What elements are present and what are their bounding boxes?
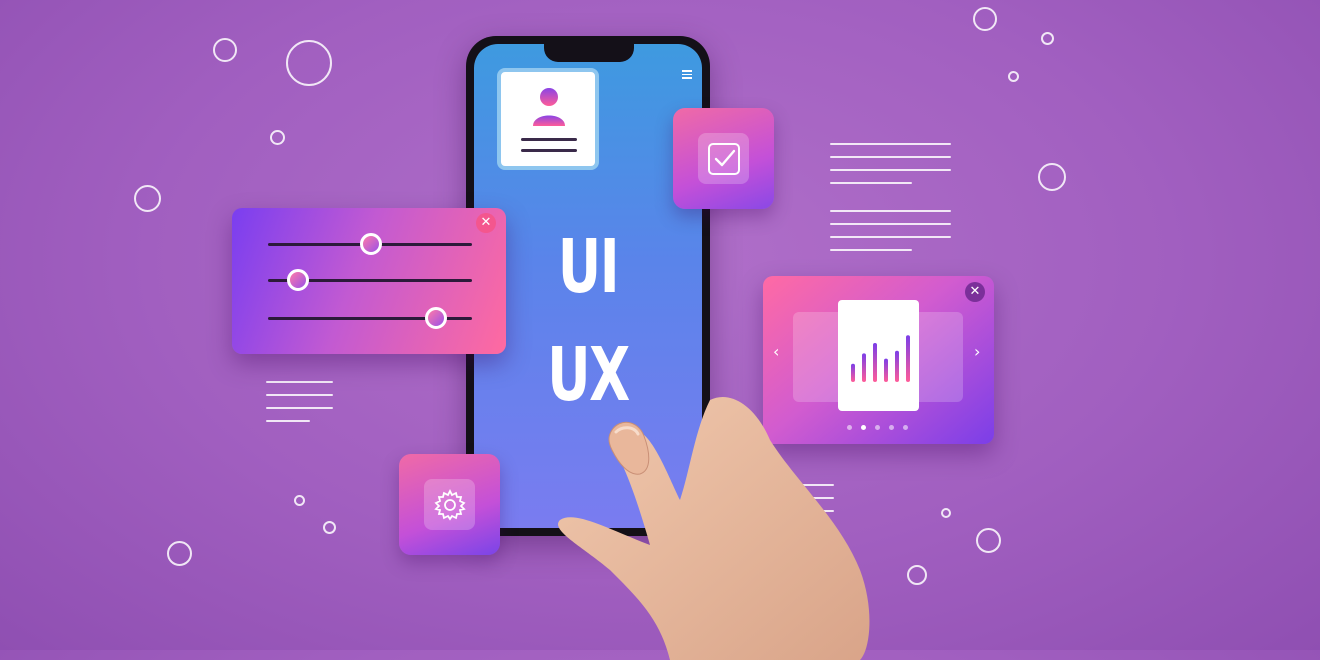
close-icon[interactable]: ✕: [476, 213, 496, 233]
decor-ring: [323, 521, 336, 534]
decor-ring: [941, 508, 951, 518]
slider-knob[interactable]: [287, 269, 309, 291]
slider-knob[interactable]: [360, 233, 382, 255]
decor-ring: [286, 40, 332, 86]
decor-ring: [134, 185, 161, 212]
chevron-right-icon[interactable]: ›: [974, 342, 980, 361]
carousel-dot[interactable]: [903, 425, 908, 430]
slider-panel: ✕: [232, 208, 506, 354]
user-icon: [533, 88, 565, 126]
decor-ring: [1008, 71, 1019, 82]
menu-icon[interactable]: [682, 70, 692, 81]
decor-ring: [167, 541, 192, 566]
profile-card[interactable]: [497, 68, 599, 170]
decor-ring: [907, 565, 927, 585]
phone-notch: [544, 44, 634, 62]
close-icon[interactable]: ✕: [965, 282, 985, 302]
ui-label: UI: [557, 224, 620, 310]
slider-knob[interactable]: [425, 307, 447, 329]
chevron-left-icon[interactable]: ‹: [773, 342, 779, 361]
decor-ring: [1041, 32, 1054, 45]
decor-ring: [973, 7, 997, 31]
hand-image: [558, 396, 870, 660]
decor-ring: [976, 528, 1001, 553]
checkbox-tile[interactable]: [673, 108, 774, 209]
decor-ring: [294, 495, 305, 506]
settings-tile[interactable]: [399, 454, 500, 555]
checkbox-icon: [698, 133, 749, 184]
decor-ring: [213, 38, 237, 62]
chart-bar: [906, 335, 910, 382]
decor-ring: [1038, 163, 1066, 191]
gear-icon: [424, 479, 475, 530]
decor-ring: [270, 130, 285, 145]
